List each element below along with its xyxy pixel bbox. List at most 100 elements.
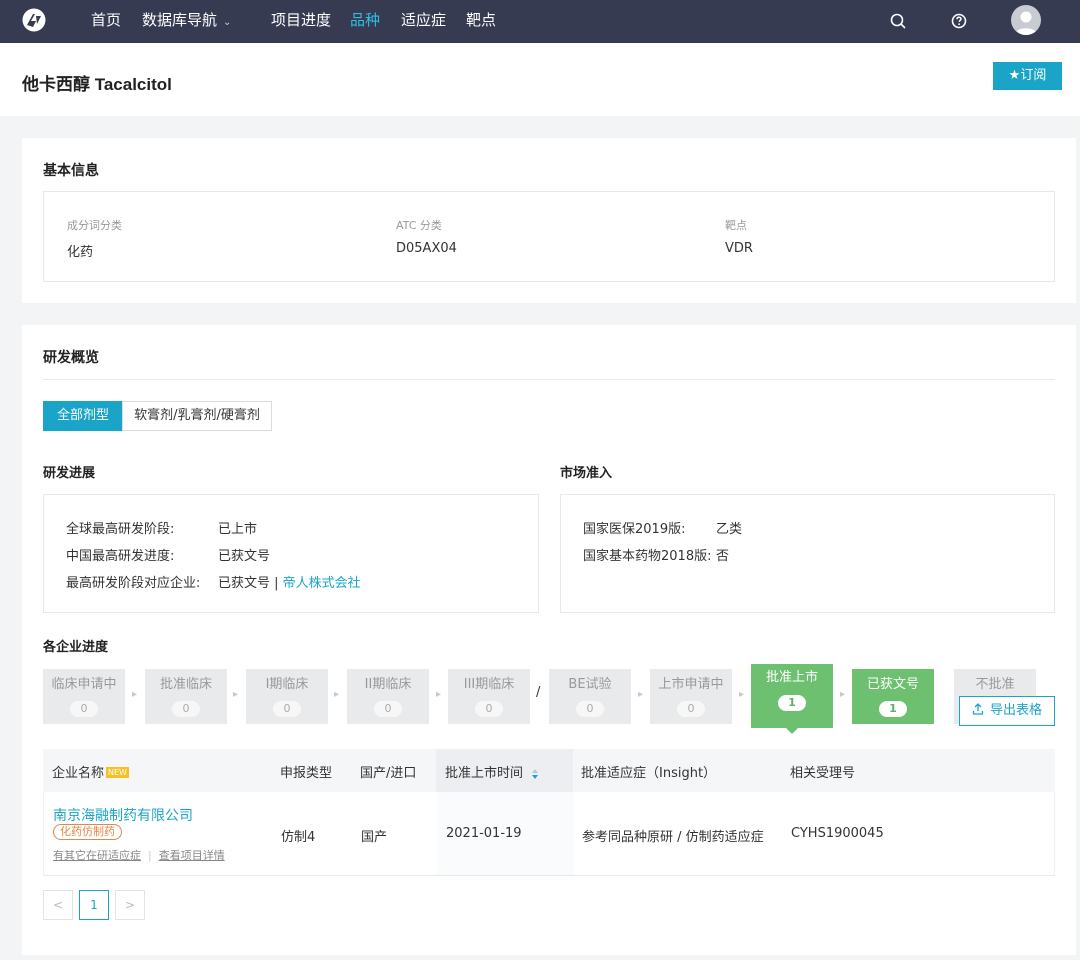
page-1-button[interactable]: 1 bbox=[79, 890, 109, 920]
nav-home[interactable]: 首页 bbox=[91, 0, 121, 43]
dev-overview-heading: 研发概览 bbox=[43, 350, 99, 366]
stage-phase-1[interactable]: I期临床 0 bbox=[246, 669, 328, 724]
prev-page-button[interactable]: < bbox=[43, 890, 73, 920]
ingredient-class-label: 成分词分类 bbox=[67, 219, 122, 232]
cell-origin: 国产 bbox=[361, 830, 388, 845]
tab-ointment[interactable]: 软膏剂/乳膏剂/硬膏剂 bbox=[122, 401, 272, 431]
project-detail-link[interactable]: 查看项目详情 bbox=[159, 849, 225, 862]
top-company-status: 已获文号 | bbox=[218, 576, 283, 591]
avatar[interactable] bbox=[1011, 5, 1041, 35]
stage-selected-pointer bbox=[786, 728, 798, 734]
target-label: 靶点 bbox=[725, 219, 747, 232]
nav-variety[interactable]: 品种 bbox=[350, 0, 380, 43]
stage-license-granted[interactable]: 已获文号 1 bbox=[852, 669, 934, 724]
nrdl-value-link[interactable]: 乙类 bbox=[716, 518, 742, 537]
top-company-value: 已获文号 | 帝人株式会社 bbox=[218, 572, 361, 591]
link-separator: | bbox=[148, 849, 152, 862]
chevron-right-icon: ▸ bbox=[840, 689, 846, 700]
page-title: 他卡西醇 Tacalcitol bbox=[22, 75, 172, 94]
stage-market-application[interactable]: 上市申请中 0 bbox=[650, 669, 732, 724]
basic-info-heading: 基本信息 bbox=[43, 163, 99, 179]
nav-target[interactable]: 靶点 bbox=[466, 0, 496, 43]
chevron-down-icon: ⌄ bbox=[223, 17, 232, 28]
stage-phase-3[interactable]: III期临床 0 bbox=[448, 669, 530, 724]
global-stage-value: 已上市 bbox=[218, 522, 258, 537]
header-approval-date[interactable]: 批准上市时间 bbox=[445, 762, 539, 781]
subscribe-button[interactable]: ★订阅 bbox=[993, 62, 1062, 90]
stage-label: I期临床 bbox=[265, 677, 309, 692]
stage-count: 0 bbox=[677, 701, 705, 717]
atc-label: ATC 分类 bbox=[396, 219, 442, 232]
stage-count: 0 bbox=[374, 701, 402, 717]
export-table-button[interactable]: 导出表格 bbox=[959, 696, 1055, 726]
rd-progress-heading: 研发进展 bbox=[43, 466, 96, 481]
china-stage-value: 已获文号 bbox=[218, 549, 271, 564]
stage-label: 已获文号 bbox=[866, 677, 919, 692]
top-nav: 首页 数据库导航 ⌄ 项目进度 品种 适应症 靶点 bbox=[0, 0, 1080, 43]
company-progress-heading: 各企业进度 bbox=[43, 640, 109, 655]
chevron-right-icon: ▸ bbox=[233, 689, 239, 700]
stage-phase-2[interactable]: II期临床 0 bbox=[347, 669, 429, 724]
top-company-label: 最高研发阶段对应企业: bbox=[66, 576, 201, 591]
basic-info-card: 基本信息 成分词分类 化药 ATC 分类 D05AX04 靶点 VDR bbox=[22, 138, 1076, 303]
atc-value: D05AX04 bbox=[396, 241, 457, 256]
header-origin: 国产/进口 bbox=[360, 766, 417, 781]
header-accept-no: 相关受理号 bbox=[790, 766, 856, 781]
stage-label: BE试验 bbox=[568, 677, 612, 692]
search-icon[interactable] bbox=[888, 11, 908, 31]
stage-count: 1 bbox=[778, 695, 806, 711]
stage-be-trial[interactable]: BE试验 0 bbox=[549, 669, 631, 724]
cell-indication: 参考同品种原研 / 仿制药适应症 bbox=[582, 830, 764, 845]
stage-label: 不批准 bbox=[975, 677, 1015, 692]
edl-label: 国家基本药物2018版: bbox=[583, 549, 712, 564]
basic-info-box: 成分词分类 化药 ATC 分类 D05AX04 靶点 VDR bbox=[43, 191, 1055, 282]
new-badge: NEW bbox=[106, 767, 129, 778]
table-row: 南京海融制药有限公司 化药仿制药 有其它在研适应症 | 查看项目详情 仿制4 国产 … bbox=[43, 792, 1055, 876]
logo-icon[interactable] bbox=[22, 8, 46, 32]
dev-overview-card: 研发概览 全部剂型 软膏剂/乳膏剂/硬膏剂 研发进展 市场准入 全球最高研发阶段… bbox=[22, 325, 1076, 955]
tab-all-dosage[interactable]: 全部剂型 bbox=[43, 401, 123, 431]
stage-count: 0 bbox=[475, 701, 503, 717]
next-page-button[interactable]: > bbox=[115, 890, 145, 920]
stage-label: 临床申请中 bbox=[51, 677, 117, 692]
table-header: 企业名称 NEW 申报类型 国产/进口 批准上市时间 批准适应症（Insight）… bbox=[43, 749, 1055, 792]
header-indication: 批准适应症（Insight） bbox=[581, 766, 717, 781]
stage-label: 批准上市 bbox=[765, 670, 818, 685]
china-stage-label: 中国最高研发进度: bbox=[66, 549, 175, 564]
stage-count: 0 bbox=[172, 701, 200, 717]
chevron-right-icon: ▸ bbox=[436, 689, 442, 700]
chevron-right-icon: ▸ bbox=[132, 689, 138, 700]
header-approval-date-label: 批准上市时间 bbox=[445, 766, 524, 781]
stage-clinical-approved[interactable]: 批准临床 0 bbox=[145, 669, 227, 724]
export-table-label: 导出表格 bbox=[989, 703, 1042, 718]
nav-project-progress[interactable]: 项目进度 bbox=[271, 0, 331, 43]
header-apply-type: 申报类型 bbox=[280, 766, 333, 781]
stage-label: II期临床 bbox=[364, 677, 412, 692]
ingredient-class-value: 化药 bbox=[67, 245, 94, 260]
stage-slash: / bbox=[536, 685, 541, 700]
other-indications-link[interactable]: 有其它在研适应症 bbox=[53, 849, 141, 862]
market-access-heading: 市场准入 bbox=[560, 466, 613, 481]
chevron-right-icon: ▸ bbox=[638, 689, 644, 700]
target-value: VDR bbox=[725, 241, 753, 256]
cell-apply-type: 仿制4 bbox=[281, 830, 316, 845]
nav-indication[interactable]: 适应症 bbox=[401, 0, 446, 43]
accept-no-link[interactable]: CYHS1900045 bbox=[791, 826, 884, 841]
upload-icon bbox=[972, 703, 984, 715]
stage-label: 批准临床 bbox=[159, 677, 212, 692]
company-link[interactable]: 南京海融制药有限公司 bbox=[53, 805, 193, 825]
nav-db-navigation-label: 数据库导航 bbox=[142, 11, 218, 29]
rd-progress-box: 全球最高研发阶段: 已上市 中国最高研发进度: 已获文号 最高研发阶段对应企业:… bbox=[43, 494, 539, 613]
sort-icon[interactable] bbox=[531, 768, 539, 780]
title-bar: 他卡西醇 Tacalcitol ★订阅 bbox=[0, 43, 1080, 116]
nav-db-navigation[interactable]: 数据库导航 ⌄ bbox=[142, 0, 231, 43]
user-icon bbox=[1015, 11, 1037, 35]
stage-count: 1 bbox=[879, 701, 907, 717]
stage-clinical-application[interactable]: 临床申请中 0 bbox=[43, 669, 125, 724]
top-company-link[interactable]: 帝人株式会社 bbox=[283, 576, 361, 591]
stage-market-approved[interactable]: 批准上市 1 bbox=[751, 664, 833, 728]
help-icon[interactable] bbox=[949, 11, 969, 31]
stage-label: 上市申请中 bbox=[658, 677, 724, 692]
chevron-right-icon: ▸ bbox=[739, 689, 745, 700]
stage-label: III期临床 bbox=[463, 677, 515, 692]
